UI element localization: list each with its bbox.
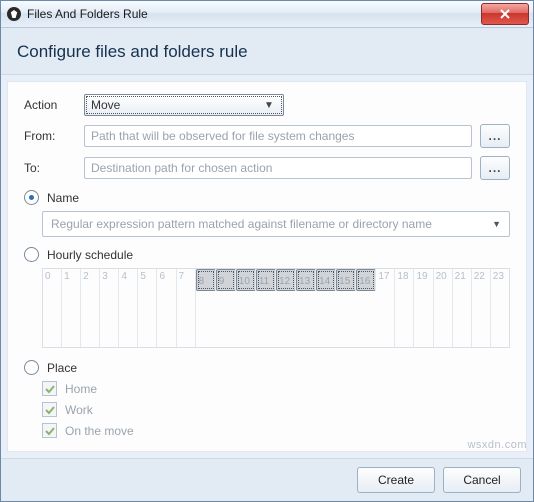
hour-cell-3[interactable]: 3 — [100, 269, 119, 347]
action-label: Action — [24, 98, 84, 112]
hour-cell-0[interactable]: 0 — [43, 269, 62, 347]
window-title: Files And Folders Rule — [27, 7, 148, 21]
close-icon — [500, 9, 510, 19]
dialog-window: Files And Folders Rule Configure files a… — [0, 0, 534, 502]
place-checkbox[interactable] — [42, 402, 57, 417]
hour-cell-2[interactable]: 2 — [81, 269, 100, 347]
window-close-button[interactable] — [481, 3, 529, 25]
hour-cell-13[interactable]: 13 — [296, 269, 316, 291]
hour-cell-11[interactable]: 11 — [256, 269, 276, 291]
place-label: On the move — [65, 424, 134, 438]
name-radio[interactable] — [24, 190, 39, 205]
chevron-down-icon: ▼ — [261, 100, 277, 111]
action-value: Move — [91, 98, 120, 112]
name-radio-row[interactable]: Name — [24, 190, 510, 205]
hour-cell-4[interactable]: 4 — [119, 269, 138, 347]
name-pattern-select[interactable]: Regular expression pattern matched again… — [42, 211, 510, 237]
hour-cell-5[interactable]: 5 — [138, 269, 157, 347]
hour-cell-18[interactable]: 18 — [395, 269, 414, 347]
hour-cell-9[interactable]: 9 — [216, 269, 236, 291]
place-list: Home Work On the move — [42, 381, 510, 438]
cancel-button[interactable]: Cancel — [443, 467, 521, 493]
to-row: To: Destination path for chosen action .… — [24, 156, 510, 180]
action-select[interactable]: Move ▼ — [84, 94, 284, 116]
dialog-footer: Create Cancel — [1, 458, 533, 501]
from-input[interactable]: Path that will be observed for file syst… — [84, 125, 472, 147]
to-label: To: — [24, 161, 84, 175]
dialog-title: Configure files and folders rule — [17, 42, 248, 61]
dialog-body: Action Move ▼ From: Path that will be ob… — [7, 81, 527, 452]
place-label: Work — [65, 403, 93, 417]
hour-cell-6[interactable]: 6 — [157, 269, 176, 347]
watermark: wsxdn.com — [467, 439, 527, 451]
title-bar: Files And Folders Rule — [1, 1, 533, 28]
hour-cell-19[interactable]: 19 — [414, 269, 433, 347]
place-radio-row[interactable]: Place — [24, 360, 510, 375]
chevron-down-icon: ▼ — [492, 219, 501, 229]
create-button[interactable]: Create — [357, 467, 435, 493]
hour-cell-17[interactable]: 17 — [376, 269, 395, 347]
place-item: Home — [42, 381, 510, 396]
name-radio-label: Name — [47, 191, 79, 205]
hourly-schedule-grid[interactable]: 01234567891011121314151617181920212223 — [42, 268, 510, 348]
hour-cell-23[interactable]: 23 — [491, 269, 509, 347]
hourly-radio[interactable] — [24, 247, 39, 262]
from-browse-button[interactable]: ... — [480, 124, 510, 148]
place-item: Work — [42, 402, 510, 417]
to-input[interactable]: Destination path for chosen action — [84, 157, 472, 179]
app-icon — [7, 7, 21, 21]
hour-cell-15[interactable]: 15 — [336, 269, 356, 291]
from-label: From: — [24, 129, 84, 143]
hour-cell-8[interactable]: 8 — [196, 269, 216, 291]
place-radio[interactable] — [24, 360, 39, 375]
hour-cell-20[interactable]: 20 — [434, 269, 453, 347]
hour-cell-12[interactable]: 12 — [276, 269, 296, 291]
place-checkbox[interactable] — [42, 423, 57, 438]
to-browse-button[interactable]: ... — [480, 156, 510, 180]
hourly-radio-label: Hourly schedule — [47, 248, 133, 262]
hour-cell-22[interactable]: 22 — [472, 269, 491, 347]
from-row: From: Path that will be observed for fil… — [24, 124, 510, 148]
hour-cell-21[interactable]: 21 — [453, 269, 472, 347]
hour-cell-14[interactable]: 14 — [316, 269, 336, 291]
place-checkbox[interactable] — [42, 381, 57, 396]
hour-cell-10[interactable]: 10 — [236, 269, 256, 291]
hour-cell-16[interactable]: 16 — [356, 269, 376, 291]
place-item: On the move — [42, 423, 510, 438]
hour-cell-7[interactable]: 7 — [177, 269, 196, 347]
action-row: Action Move ▼ — [24, 94, 510, 116]
place-radio-label: Place — [47, 361, 77, 375]
hourly-radio-row[interactable]: Hourly schedule — [24, 247, 510, 262]
dialog-header: Configure files and folders rule — [1, 28, 533, 75]
place-label: Home — [65, 382, 97, 396]
hour-cell-1[interactable]: 1 — [62, 269, 81, 347]
